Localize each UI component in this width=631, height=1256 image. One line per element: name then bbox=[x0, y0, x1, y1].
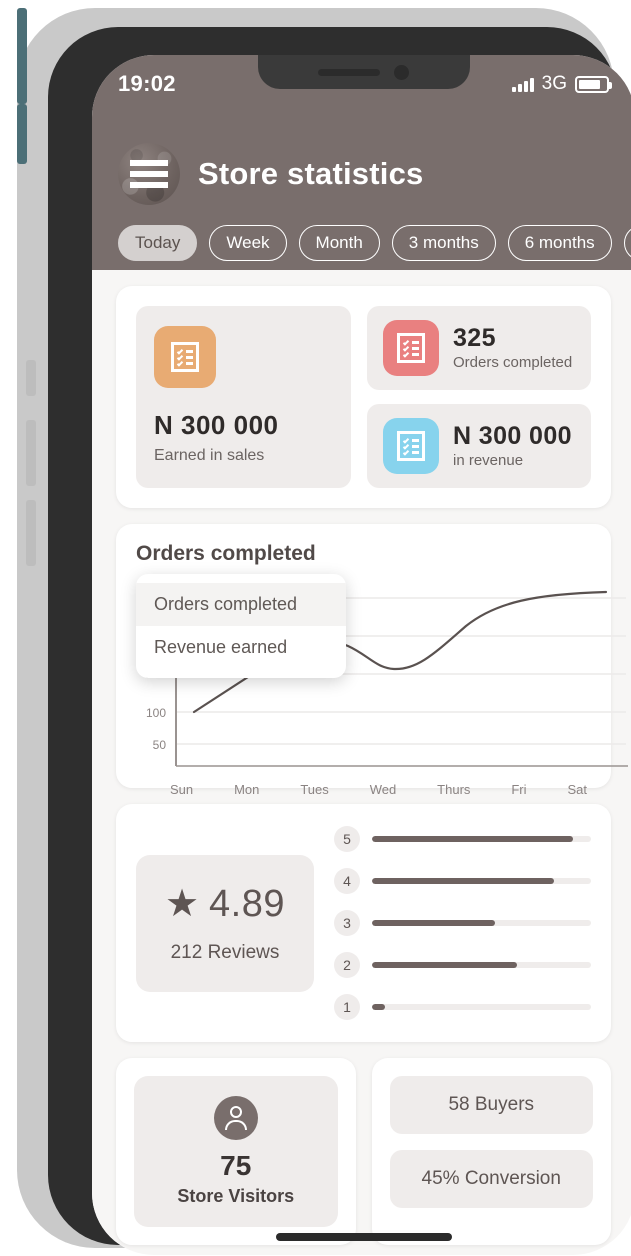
rating-label-4: 4 bbox=[334, 868, 360, 894]
side-tiles: 325 Orders completed N 300 000 in revenu… bbox=[367, 306, 591, 488]
checklist-icon-revenue bbox=[383, 418, 439, 474]
xtick-fri: Fri bbox=[511, 782, 527, 797]
rating-bar-row-5: 5 bbox=[334, 826, 591, 852]
review-count: 212 Reviews bbox=[170, 941, 280, 963]
mute-switch[interactable] bbox=[26, 360, 36, 396]
rating-score-row: ★ 4.89 bbox=[146, 883, 304, 926]
rating-label-2: 2 bbox=[334, 952, 360, 978]
battery-icon bbox=[575, 75, 612, 93]
visitors-card: 75 Store Visitors bbox=[116, 1058, 356, 1245]
conversion-pill[interactable]: 45% Conversion bbox=[389, 1150, 593, 1208]
main-content: N 300 000 Earned in sales 325 Orders com… bbox=[92, 270, 631, 1255]
xtick-tues: Tues bbox=[300, 782, 329, 797]
orders-tile[interactable]: 325 Orders completed bbox=[367, 306, 591, 390]
side-button-lower[interactable] bbox=[17, 104, 27, 164]
orders-chart-card: Orders completed Orders completed Revenu… bbox=[116, 524, 628, 797]
rating-track-5 bbox=[372, 836, 591, 842]
dropdown-option-orders[interactable]: Orders completed bbox=[136, 583, 346, 626]
period-filter-bar[interactable]: Today Week Month 3 months 6 months Year bbox=[118, 225, 631, 261]
rating-summary: ★ 4.89 212 Reviews bbox=[136, 854, 314, 992]
app-header: 19:02 3G Store statistics Today Week Mon… bbox=[92, 55, 631, 270]
volume-down-button[interactable] bbox=[26, 500, 36, 566]
visitors-label: Store Visitors bbox=[177, 1186, 295, 1206]
filter-chip-year[interactable]: Year bbox=[623, 225, 631, 261]
person-icon bbox=[213, 1096, 258, 1140]
stats-summary-card: N 300 000 Earned in sales 325 Orders com… bbox=[116, 286, 611, 508]
rating-score: 4.89 bbox=[209, 882, 286, 925]
rating-label-1: 1 bbox=[334, 994, 360, 1020]
status-bar: 19:02 3G bbox=[92, 55, 631, 113]
phone-frame: 19:02 3G Store statistics Today Week Mon… bbox=[17, 8, 631, 1255]
chart-metric-selector[interactable]: Orders completed bbox=[136, 542, 591, 566]
rating-track-3 bbox=[372, 920, 591, 926]
rating-label-5: 5 bbox=[334, 826, 360, 852]
revenue-tile[interactable]: N 300 000 in revenue bbox=[367, 404, 591, 488]
reviews-card: ★ 4.89 212 Reviews 5 4 3 2 1 bbox=[116, 804, 611, 1042]
xtick-wed: Wed bbox=[369, 782, 397, 797]
revenue-label: in revenue bbox=[453, 452, 524, 470]
rating-track-1 bbox=[372, 1004, 591, 1010]
rating-bar-row-1: 1 bbox=[334, 994, 591, 1020]
filter-chip-6months[interactable]: 6 months bbox=[507, 225, 612, 261]
home-indicator[interactable] bbox=[275, 1233, 452, 1241]
status-indicators: 3G bbox=[511, 73, 612, 95]
volume-up-button[interactable] bbox=[26, 420, 36, 486]
visitors-value: 75 bbox=[220, 1150, 252, 1181]
checklist-icon-orders bbox=[383, 320, 439, 376]
filter-chip-week[interactable]: Week bbox=[209, 225, 287, 261]
xtick-mon: Mon bbox=[234, 782, 260, 797]
xtick-sat: Sat bbox=[567, 782, 587, 797]
xtick-sun: Sun bbox=[170, 782, 194, 797]
sales-label: Earned in sales bbox=[154, 447, 265, 464]
sales-tile[interactable]: N 300 000 Earned in sales bbox=[136, 306, 351, 488]
orders-label: Orders completed bbox=[453, 354, 573, 372]
ytick-100: 100 bbox=[146, 706, 166, 720]
hamburger-menu-icon[interactable] bbox=[118, 143, 180, 205]
phone-screen: 19:02 3G Store statistics Today Week Mon… bbox=[92, 55, 631, 1255]
conversion-card: 58 Buyers 45% Conversion bbox=[371, 1058, 611, 1245]
dropdown-option-revenue[interactable]: Revenue earned bbox=[136, 626, 346, 669]
filter-chip-today[interactable]: Today bbox=[118, 225, 198, 261]
rating-bar-row-3: 3 bbox=[334, 910, 591, 936]
orders-value: 325 bbox=[453, 323, 496, 352]
chart-selected-metric: Orders completed bbox=[136, 542, 316, 565]
chart-x-axis-labels: Sun Mon Tues Wed Thurs Fri Sat bbox=[136, 776, 591, 797]
power-button[interactable] bbox=[17, 8, 27, 104]
rating-bar-row-4: 4 bbox=[334, 868, 591, 894]
footer-cards: 75 Store Visitors 58 Buyers 45% Conversi… bbox=[116, 1058, 611, 1245]
phone-bezel: 19:02 3G Store statistics Today Week Mon… bbox=[48, 27, 631, 1255]
signal-bars-icon bbox=[511, 77, 534, 92]
rating-bar-row-2: 2 bbox=[334, 952, 591, 978]
metric-dropdown-menu[interactable]: Orders completed Revenue earned bbox=[136, 574, 346, 678]
rating-track-2 bbox=[372, 962, 591, 968]
xtick-thurs: Thurs bbox=[437, 782, 471, 797]
rating-track-4 bbox=[372, 878, 591, 884]
sales-value: N 300 000 bbox=[154, 410, 279, 440]
star-icon: ★ bbox=[164, 883, 200, 925]
ytick-50: 50 bbox=[153, 738, 167, 752]
chart-y-axis-labels: 100 50 200 bbox=[146, 667, 166, 752]
filter-chip-month[interactable]: Month bbox=[298, 225, 380, 261]
header-title-row: Store statistics bbox=[118, 143, 423, 205]
page-title: Store statistics bbox=[198, 156, 424, 191]
revenue-value: N 300 000 bbox=[453, 421, 572, 450]
rating-distribution: 5 4 3 2 1 bbox=[334, 826, 591, 1020]
visitors-tile[interactable]: 75 Store Visitors bbox=[134, 1076, 338, 1227]
buyers-pill[interactable]: 58 Buyers bbox=[389, 1076, 593, 1134]
rating-label-3: 3 bbox=[334, 910, 360, 936]
network-label: 3G bbox=[541, 73, 567, 94]
filter-chip-3months[interactable]: 3 months bbox=[391, 225, 496, 261]
checklist-icon-sales bbox=[154, 326, 216, 388]
status-time: 19:02 bbox=[118, 71, 176, 96]
